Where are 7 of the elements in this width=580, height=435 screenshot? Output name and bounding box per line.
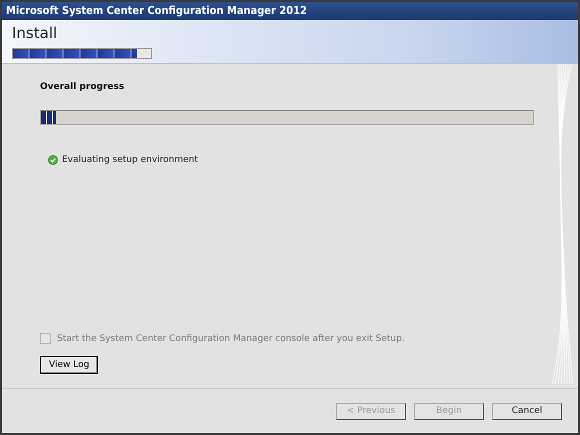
progress-label: Overall progress (40, 82, 124, 92)
wizard-button[interactable]: Cancel (492, 402, 562, 420)
step-label: Evaluating setup environment (62, 155, 198, 165)
checkbox-label: Start the System Center Configuration Manager console after you exit Setup. (57, 334, 405, 344)
window-title: Microsoft System Center Configuration Manager 2012 (2, 2, 578, 20)
page-title: Install (12, 24, 58, 42)
view-log-button[interactable]: View Log (40, 356, 98, 374)
